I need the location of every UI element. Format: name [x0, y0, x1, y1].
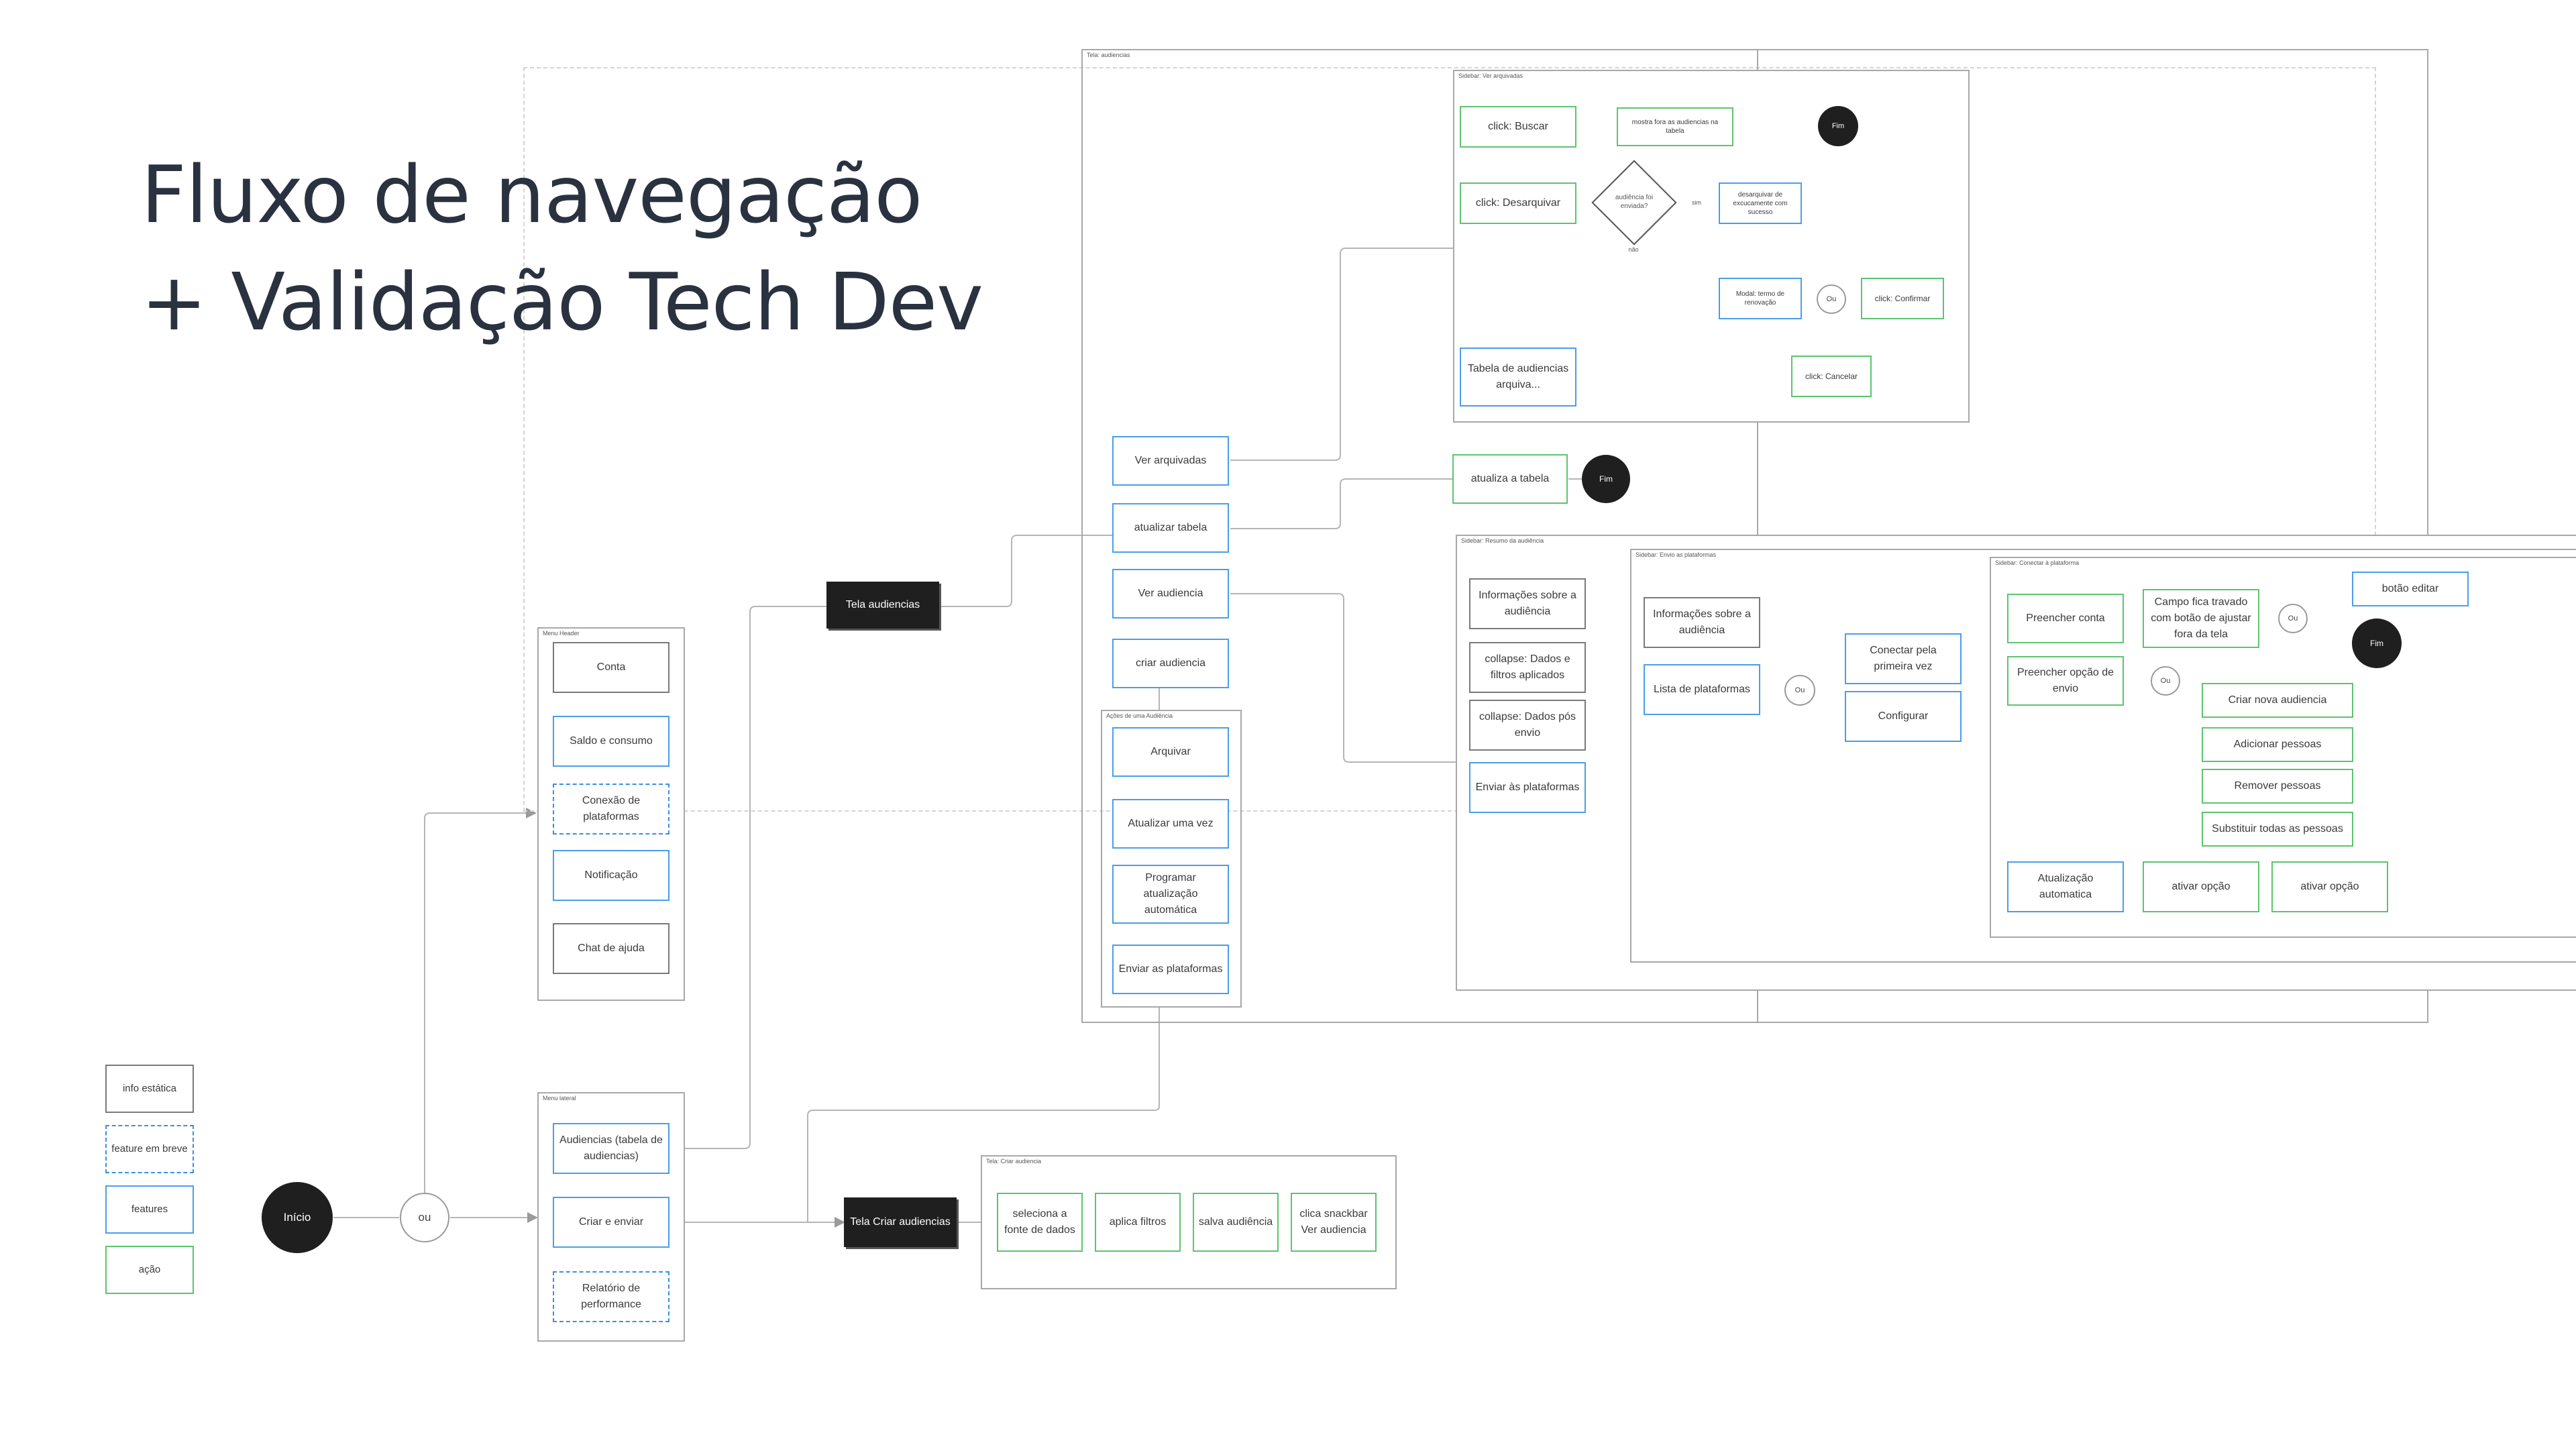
start-node[interactable]: Início: [262, 1182, 333, 1253]
step-snackbar[interactable]: clica snackbar Ver audiencia: [1291, 1193, 1377, 1252]
ativar-opcao-1[interactable]: ativar opção: [2143, 861, 2259, 912]
tela-audiencias-node[interactable]: Tela audiencias: [826, 582, 939, 629]
resumo-informacoes: Informações sobre a audiência: [1469, 578, 1586, 629]
menu-item-criar-enviar[interactable]: Criar e enviar: [553, 1197, 669, 1248]
ativar-opcao-2[interactable]: ativar opção: [2271, 861, 2388, 912]
tabela-arquivadas: Tabela de audiencias arquiva...: [1460, 347, 1576, 407]
menu-item-audiencias[interactable]: Audiencias (tabela de audiencias): [553, 1123, 669, 1174]
label-sim: sim: [1692, 199, 1701, 206]
resumo-enviar-plataformas[interactable]: Enviar às plataformas: [1469, 762, 1586, 813]
tela-criar-node[interactable]: Tela Criar audiencias: [844, 1197, 957, 1247]
mostra-fora-tabela: mostra fora as audiencias na tabela: [1617, 107, 1733, 146]
modal-renovacao: Modal: termo de renovação: [1719, 278, 1802, 319]
legend-info-static: info estática: [105, 1065, 194, 1113]
edge-ou-menu-header: [424, 808, 537, 1201]
click-desarquivar[interactable]: click: Desarquivar: [1460, 182, 1576, 224]
or-modal: Ou: [1817, 284, 1846, 314]
opcao-remover[interactable]: Remover pessoas: [2202, 769, 2353, 804]
envio-informacoes: Informações sobre a audiência: [1644, 597, 1760, 648]
fim-buscar: Fim: [1818, 106, 1858, 146]
legend-features: features: [105, 1185, 194, 1234]
legend-action: ação: [105, 1246, 194, 1294]
acao-enviar[interactable]: Enviar as plataformas: [1112, 945, 1229, 994]
tela-criar-frame-label: Tela: Criar audiencia: [986, 1158, 1042, 1165]
resumo-collapse-pos-envio[interactable]: collapse: Dados pós envio: [1469, 700, 1586, 751]
menu-item-conta[interactable]: Conta: [553, 642, 669, 693]
preencher-opcao-envio[interactable]: Preencher opção de envio: [2007, 656, 2124, 706]
click-confirmar[interactable]: click: Confirmar: [1861, 278, 1944, 319]
menu-item-chat[interactable]: Chat de ajuda: [553, 923, 669, 974]
menu-lateral-label: Menu lateral: [543, 1095, 576, 1102]
sidebar-resumo-label: Sidebar: Resumo da audiência: [1461, 537, 1544, 544]
step-aplica-filtros[interactable]: aplica filtros: [1095, 1193, 1181, 1252]
opcao-criar-nova[interactable]: Criar nova audiencia: [2202, 683, 2353, 718]
label-nao: não: [1628, 246, 1639, 253]
title-line-1: Fluxo de navegação: [141, 148, 922, 241]
acao-arquivar[interactable]: Arquivar: [1112, 727, 1229, 777]
atualizar-tabela[interactable]: atualizar tabela: [1112, 503, 1229, 553]
step-fonte-dados[interactable]: seleciona a fonte de dados: [997, 1193, 1083, 1252]
campo-travado: Campo fica travado com botão de ajustar …: [2143, 589, 2259, 648]
menu-item-conexao[interactable]: Conexão de plataformas: [553, 784, 669, 835]
menu-item-notificacao[interactable]: Notificação: [553, 850, 669, 901]
tela-audiencias-frame-label: Tela: audiencias: [1087, 52, 1130, 58]
legend-feature-soon: feature em breve: [105, 1125, 194, 1173]
ver-arquivadas[interactable]: Ver arquivadas: [1112, 436, 1229, 486]
menu-item-relatorio[interactable]: Relatório de performance: [553, 1271, 669, 1322]
click-cancelar[interactable]: click: Cancelar: [1791, 356, 1872, 397]
envio-lista-plataformas[interactable]: Lista de plataformas: [1644, 664, 1760, 715]
acao-atualizar-uma-vez[interactable]: Atualizar uma vez: [1112, 799, 1229, 849]
step-salva[interactable]: salva audiência: [1193, 1193, 1279, 1252]
or-envio: Ou: [1784, 675, 1815, 706]
diagram-canvas: Fluxo de navegação + Validação Tech Dev …: [0, 0, 2576, 1449]
envio-configurar[interactable]: Configurar: [1845, 691, 1962, 742]
opcao-substituir[interactable]: Substituir todas as pessoas: [2202, 812, 2353, 847]
or-conectar-1: Ou: [2278, 604, 2308, 633]
ver-audiencia[interactable]: Ver audiencia: [1112, 569, 1229, 619]
or-node: ou: [400, 1193, 449, 1242]
opcao-adicionar[interactable]: Adicionar pessoas: [2202, 727, 2353, 762]
criar-audiencia[interactable]: criar audiencia: [1112, 639, 1229, 688]
desarquivar-sucesso: desarquivar de excucamente com sucesso: [1719, 182, 1802, 224]
click-buscar[interactable]: click: Buscar: [1460, 106, 1576, 148]
decision-enviada-text: audiência foi enviada?: [1615, 194, 1654, 210]
fim-atualiza: Fim: [1582, 455, 1630, 503]
menu-header-label: Menu Header: [543, 630, 580, 637]
resumo-collapse-filtros[interactable]: collapse: Dados e filtros aplicados: [1469, 642, 1586, 693]
acao-programar[interactable]: Programar atualização automática: [1112, 865, 1229, 924]
or-conectar-2: Ou: [2151, 666, 2180, 696]
title-line-2: + Validação Tech Dev: [141, 256, 983, 348]
atualiza-a-tabela: atualiza a tabela: [1452, 454, 1568, 504]
sidebar-arquivadas-label: Sidebar: Ver arquivadas: [1458, 72, 1523, 79]
fim-conectar: Fim: [2352, 619, 2402, 668]
acoes-frame-label: Ações de uma Audiência: [1106, 712, 1173, 719]
menu-item-saldo[interactable]: Saldo e consumo: [553, 716, 669, 767]
sidebar-conectar-label: Sidebar: Conectar à plataforma: [1995, 559, 2080, 566]
envio-conectar-primeira-vez[interactable]: Conectar pela primeira vez: [1845, 633, 1962, 684]
page-title: Fluxo de navegação + Validação Tech Dev: [141, 141, 983, 356]
preencher-conta[interactable]: Preencher conta: [2007, 594, 2124, 643]
botao-editar[interactable]: botão editar: [2352, 572, 2469, 606]
sidebar-envio-label: Sidebar: Envio as plataformas: [1635, 551, 1717, 558]
atualizacao-automatica: Atualização automatica: [2007, 861, 2124, 912]
